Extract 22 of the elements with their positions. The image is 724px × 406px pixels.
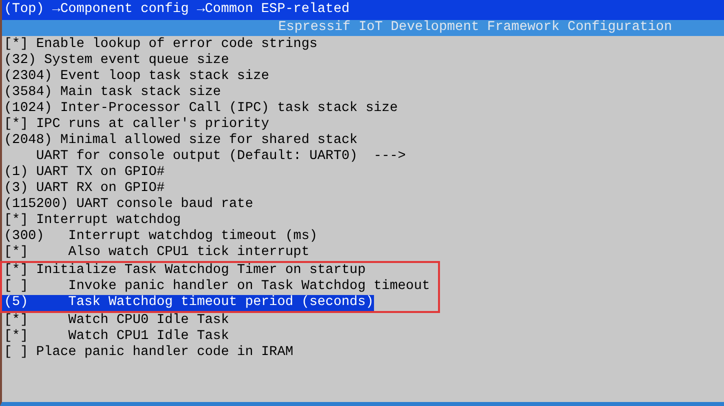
menu-item[interactable]: [*] Initialize Task Watchdog Timer on startup [2,263,366,279]
menu-item[interactable]: [*] Interrupt watchdog [2,213,181,229]
menu-item[interactable]: (2048) Minimal allowed size for shared stack [2,133,358,149]
window-title: Espressif IoT Development Framework Configuration [278,20,672,36]
menu-item[interactable]: (1) UART TX on GPIO# [2,165,165,181]
menu-item[interactable]: (5) Task Watchdog timeout period (seconds) [2,295,374,311]
menu-item[interactable]: UART for console output (Default: UART0) ---> [2,149,406,165]
menu-item[interactable]: (3584) Main task stack size [2,85,221,101]
menu-item[interactable]: [*] IPC runs at caller's priority [2,117,270,133]
menu-item[interactable]: [ ] Place panic handler code in IRAM [2,345,294,361]
menu-item[interactable]: (115200) UART console baud rate [2,197,254,213]
breadcrumb-bar: (Top) →Component config →Common ESP-related [2,0,724,20]
menu-item[interactable]: [*] Enable lookup of error code strings [2,37,318,53]
menu-item[interactable]: [*] Watch CPU1 Idle Task [2,329,229,345]
menu-item[interactable]: (2304) Event loop task stack size [2,69,270,85]
menu-item[interactable]: [*] Also watch CPU1 tick interrupt [2,245,310,261]
menu-item[interactable]: (3) UART RX on GPIO# [2,181,165,197]
menu-item[interactable]: (1024) Inter-Processor Call (IPC) task stack size [2,101,398,117]
menu-item[interactable]: [*] Watch CPU0 Idle Task [2,313,229,329]
menu-item[interactable]: [ ] Invoke panic handler on Task Watchdog timeout [2,279,430,295]
menu-item[interactable]: (300) Interrupt watchdog timeout (ms) [2,229,318,245]
menu-item[interactable]: (32) System event queue size [2,53,229,69]
